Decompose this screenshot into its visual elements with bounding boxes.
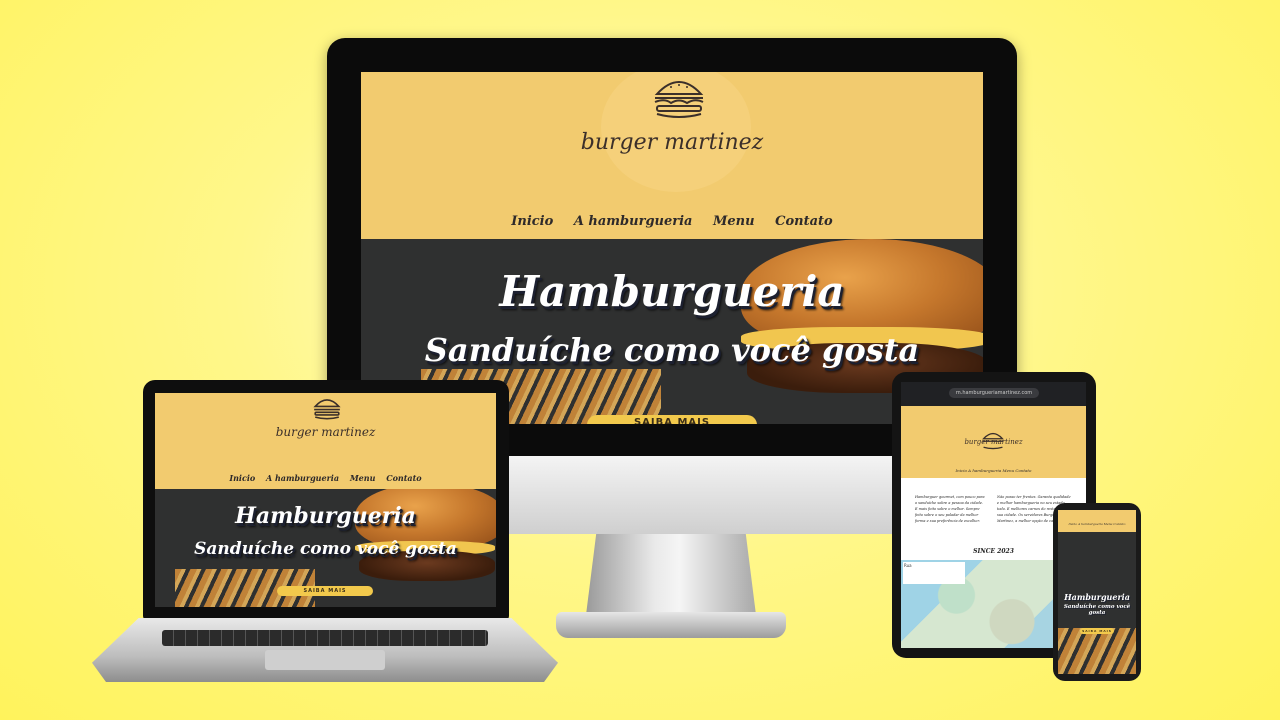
tablet-brand-name[interactable]: burger martinez [901, 438, 1086, 446]
nav-inicio[interactable]: Inicio [511, 214, 553, 229]
laptop-brand-name[interactable]: burger martinez [155, 425, 496, 439]
saiba-mais-button[interactable]: SAIBA MAIS [587, 415, 757, 424]
phone-hero-subtitle: Sanduíche como você gosta [1063, 604, 1131, 616]
hero-title: Hamburgueria [499, 267, 845, 316]
tablet-about-text-left: Hamburguer gourmet, com pouco para o san… [915, 495, 985, 523]
laptop-trackpad [265, 650, 385, 670]
laptop-screen: burger martinez Inicio A hamburgueria Me… [155, 393, 496, 607]
phone-saiba-mais-button[interactable]: SAIBA MAIS [1080, 628, 1114, 634]
brand-name[interactable]: burger martinez [361, 130, 983, 155]
site-header: burger martinez Inicio A hamburgueria Me… [361, 72, 983, 239]
laptop-saiba-mais-button[interactable]: SAIBA MAIS [277, 586, 373, 596]
phone-hero-title: Hamburgueria [1064, 592, 1130, 602]
nav-hamburgueria[interactable]: A hamburgueria [574, 214, 693, 229]
laptop-hero-subtitle: Sanduíche como você gosta [194, 539, 457, 559]
phone-fries-image [1058, 628, 1136, 674]
hero-subtitle: Sanduíche como você gosta [424, 331, 920, 369]
main-nav: Inicio A hamburgueria Menu Contato [361, 214, 983, 229]
burger-logo-icon[interactable] [651, 74, 707, 120]
tablet-main-nav[interactable]: Inicio A hamburgueria Menu Contato [901, 468, 1086, 473]
phone-screen: Inicio A hamburgueria Menu Contato Hambu… [1058, 510, 1136, 674]
laptop-site-header: burger martinez Inicio A hamburgueria Me… [155, 393, 496, 489]
laptop-nav-hamburgueria[interactable]: A hamburgueria [266, 473, 339, 483]
laptop-nav-contato[interactable]: Contato [386, 473, 421, 483]
map-info-label: Rua [904, 563, 912, 568]
map-info-card: Rua [903, 562, 965, 584]
monitor-base [556, 612, 786, 638]
laptop-hero-title: Hamburgueria [235, 503, 416, 529]
laptop-nav-inicio[interactable]: Inicio [229, 473, 255, 483]
tablet-url-bar[interactable]: m.hamburgueriamartinez.com [949, 388, 1039, 398]
nav-contato[interactable]: Contato [775, 214, 833, 229]
laptop-nav-menu[interactable]: Menu [350, 473, 376, 483]
tablet-site-header: burger martinez Inicio A hamburgueria Me… [901, 406, 1086, 478]
laptop-main-nav: Inicio A hamburgueria Menu Contato [155, 473, 496, 483]
laptop-burger-logo-icon[interactable] [312, 395, 342, 421]
desktop-screen: burger martinez Inicio A hamburgueria Me… [361, 72, 983, 424]
laptop-keyboard [162, 630, 488, 646]
nav-menu[interactable]: Menu [713, 214, 755, 229]
phone-hero-banner: Hamburgueria Sanduíche como você gosta S… [1058, 532, 1136, 674]
tablet-browser-bar: m.hamburgueriamartinez.com [901, 382, 1086, 406]
phone-main-nav[interactable]: Inicio A hamburgueria Menu Contato [1058, 522, 1136, 526]
laptop-hero-banner: Hamburgueria Sanduíche como você gosta S… [155, 489, 496, 607]
phone-site-header: Inicio A hamburgueria Menu Contato [1058, 510, 1136, 532]
